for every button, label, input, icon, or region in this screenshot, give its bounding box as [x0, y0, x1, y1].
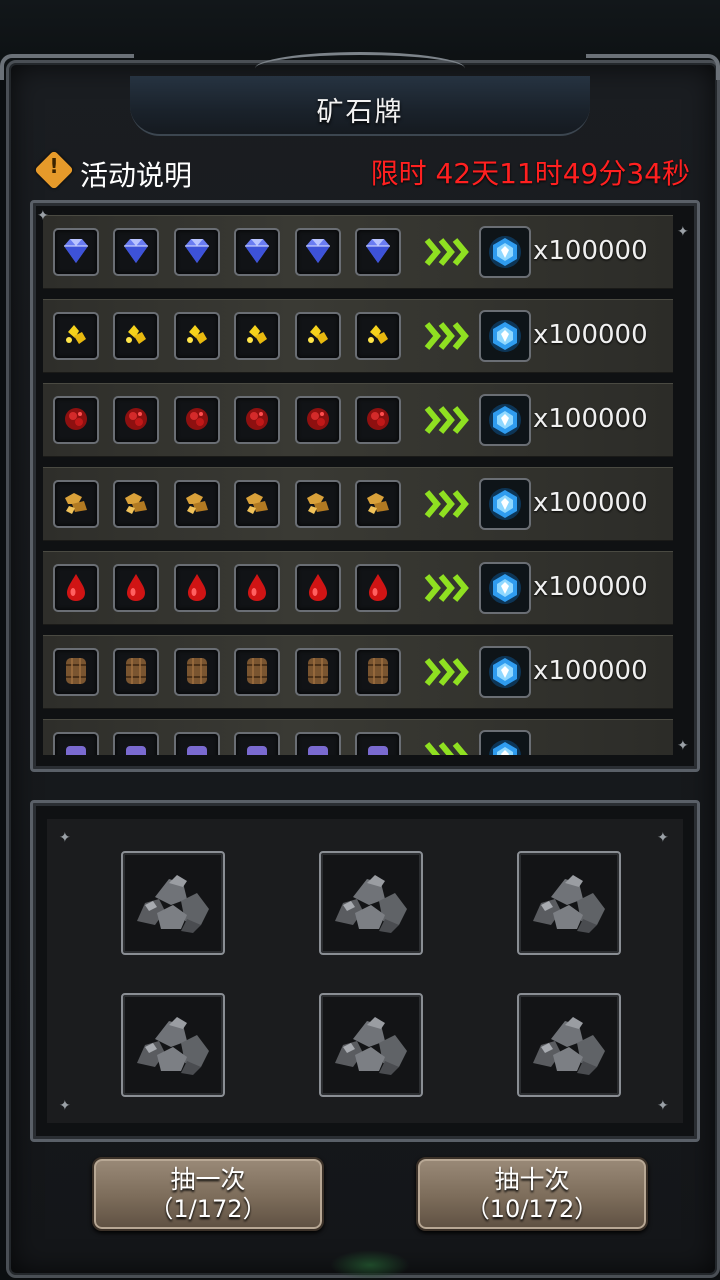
draw-ten-label: 抽十次	[494, 1165, 570, 1194]
wood-barrel-icon[interactable]	[295, 648, 341, 696]
diamond-icon[interactable]	[53, 228, 99, 276]
reward-row: x100000	[43, 635, 673, 709]
panel-ornament-right	[586, 54, 720, 80]
corner-star-icon: ✦	[59, 830, 71, 846]
page-title: 矿石牌	[316, 97, 404, 128]
reward-list-frame[interactable]: x100000 x100000 x100000 x100000 x100000 x1000…	[30, 200, 700, 772]
ore-card[interactable]	[121, 993, 225, 1097]
blue-crystal-icon[interactable]	[479, 730, 531, 755]
countdown-timer: 限时 42天11时49分34秒	[370, 157, 690, 190]
diamond-icon[interactable]	[113, 228, 159, 276]
reward-amount: x100000	[533, 236, 648, 266]
wood-barrel-icon[interactable]	[234, 648, 280, 696]
amethyst-icon[interactable]	[174, 732, 220, 755]
ore-card[interactable]	[319, 993, 423, 1097]
wood-barrel-icon[interactable]	[113, 648, 159, 696]
blood-drop-icon[interactable]	[234, 564, 280, 612]
amethyst-icon[interactable]	[53, 732, 99, 755]
wood-barrel-icon[interactable]	[355, 648, 401, 696]
reward-amount: x100000	[533, 488, 648, 518]
corner-star-icon: ✦	[657, 1098, 669, 1114]
bronze-ore-icon[interactable]	[53, 480, 99, 528]
reward-row	[43, 719, 673, 755]
blood-drop-icon[interactable]	[113, 564, 159, 612]
diamond-icon[interactable]	[234, 228, 280, 276]
red-ore-icon[interactable]	[53, 396, 99, 444]
reward-row: x100000	[43, 299, 673, 373]
reward-amount: x100000	[533, 572, 648, 602]
ore-card[interactable]	[319, 851, 423, 955]
diamond-icon[interactable]	[355, 228, 401, 276]
blood-drop-icon[interactable]	[355, 564, 401, 612]
green-arrows-icon	[423, 738, 473, 755]
gold-nugget-icon[interactable]	[113, 312, 159, 360]
reward-amount: x100000	[533, 656, 648, 686]
blue-crystal-icon[interactable]	[479, 478, 531, 530]
title-crest	[255, 52, 465, 85]
blue-crystal-icon[interactable]	[479, 310, 531, 362]
blood-drop-icon[interactable]	[53, 564, 99, 612]
green-arrows-icon	[423, 570, 473, 606]
reward-amount: x100000	[533, 404, 648, 434]
green-arrows-icon	[423, 234, 473, 270]
gold-nugget-icon[interactable]	[355, 312, 401, 360]
reward-row: x100000	[43, 551, 673, 625]
reward-row: x100000	[43, 467, 673, 541]
reward-row: x100000	[43, 215, 673, 289]
green-arrows-icon	[423, 654, 473, 690]
blood-drop-icon[interactable]	[174, 564, 220, 612]
corner-star-icon: ✦	[677, 224, 689, 240]
ore-card[interactable]	[121, 851, 225, 955]
activity-info-label: 活动说明	[80, 159, 193, 192]
reward-row: x100000	[43, 383, 673, 457]
gold-nugget-icon[interactable]	[295, 312, 341, 360]
bronze-ore-icon[interactable]	[355, 480, 401, 528]
bottom-glow	[330, 1250, 410, 1280]
draw-board	[47, 819, 683, 1123]
blood-drop-icon[interactable]	[295, 564, 341, 612]
gold-nugget-icon[interactable]	[53, 312, 99, 360]
draw-once-label: 抽一次	[170, 1165, 246, 1194]
blue-crystal-icon[interactable]	[479, 646, 531, 698]
blue-crystal-icon[interactable]	[479, 226, 531, 278]
gold-nugget-icon[interactable]	[174, 312, 220, 360]
corner-star-icon: ✦	[37, 208, 49, 224]
red-ore-icon[interactable]	[174, 396, 220, 444]
bronze-ore-icon[interactable]	[174, 480, 220, 528]
draw-once-button[interactable]: 抽一次 （1/172）	[92, 1157, 324, 1231]
amethyst-icon[interactable]	[234, 732, 280, 755]
wood-barrel-icon[interactable]	[174, 648, 220, 696]
red-ore-icon[interactable]	[295, 396, 341, 444]
bronze-ore-icon[interactable]	[234, 480, 280, 528]
amethyst-icon[interactable]	[113, 732, 159, 755]
draw-ten-count: （10/172）	[465, 1195, 599, 1223]
green-arrows-icon	[423, 486, 473, 522]
amethyst-icon[interactable]	[355, 732, 401, 755]
green-arrows-icon	[423, 318, 473, 354]
corner-star-icon: ✦	[677, 738, 689, 754]
corner-star-icon: ✦	[657, 830, 669, 846]
blue-crystal-icon[interactable]	[479, 562, 531, 614]
ore-card[interactable]	[517, 851, 621, 955]
reward-list[interactable]: x100000 x100000 x100000 x100000 x100000 x1000…	[43, 215, 673, 755]
corner-star-icon: ✦	[59, 1098, 71, 1114]
red-ore-icon[interactable]	[355, 396, 401, 444]
red-ore-icon[interactable]	[234, 396, 280, 444]
blue-crystal-icon[interactable]	[479, 394, 531, 446]
green-arrows-icon	[423, 402, 473, 438]
diamond-icon[interactable]	[174, 228, 220, 276]
bronze-ore-icon[interactable]	[295, 480, 341, 528]
draw-board-frame: ✦ ✦ ✦ ✦	[30, 800, 700, 1142]
wood-barrel-icon[interactable]	[53, 648, 99, 696]
draw-ten-button[interactable]: 抽十次 （10/172）	[416, 1157, 648, 1231]
red-ore-icon[interactable]	[113, 396, 159, 444]
reward-amount: x100000	[533, 320, 648, 350]
amethyst-icon[interactable]	[295, 732, 341, 755]
ore-card[interactable]	[517, 993, 621, 1097]
diamond-icon[interactable]	[295, 228, 341, 276]
panel-ornament-left	[0, 54, 134, 80]
draw-once-count: （1/172）	[149, 1195, 267, 1223]
bronze-ore-icon[interactable]	[113, 480, 159, 528]
gold-nugget-icon[interactable]	[234, 312, 280, 360]
